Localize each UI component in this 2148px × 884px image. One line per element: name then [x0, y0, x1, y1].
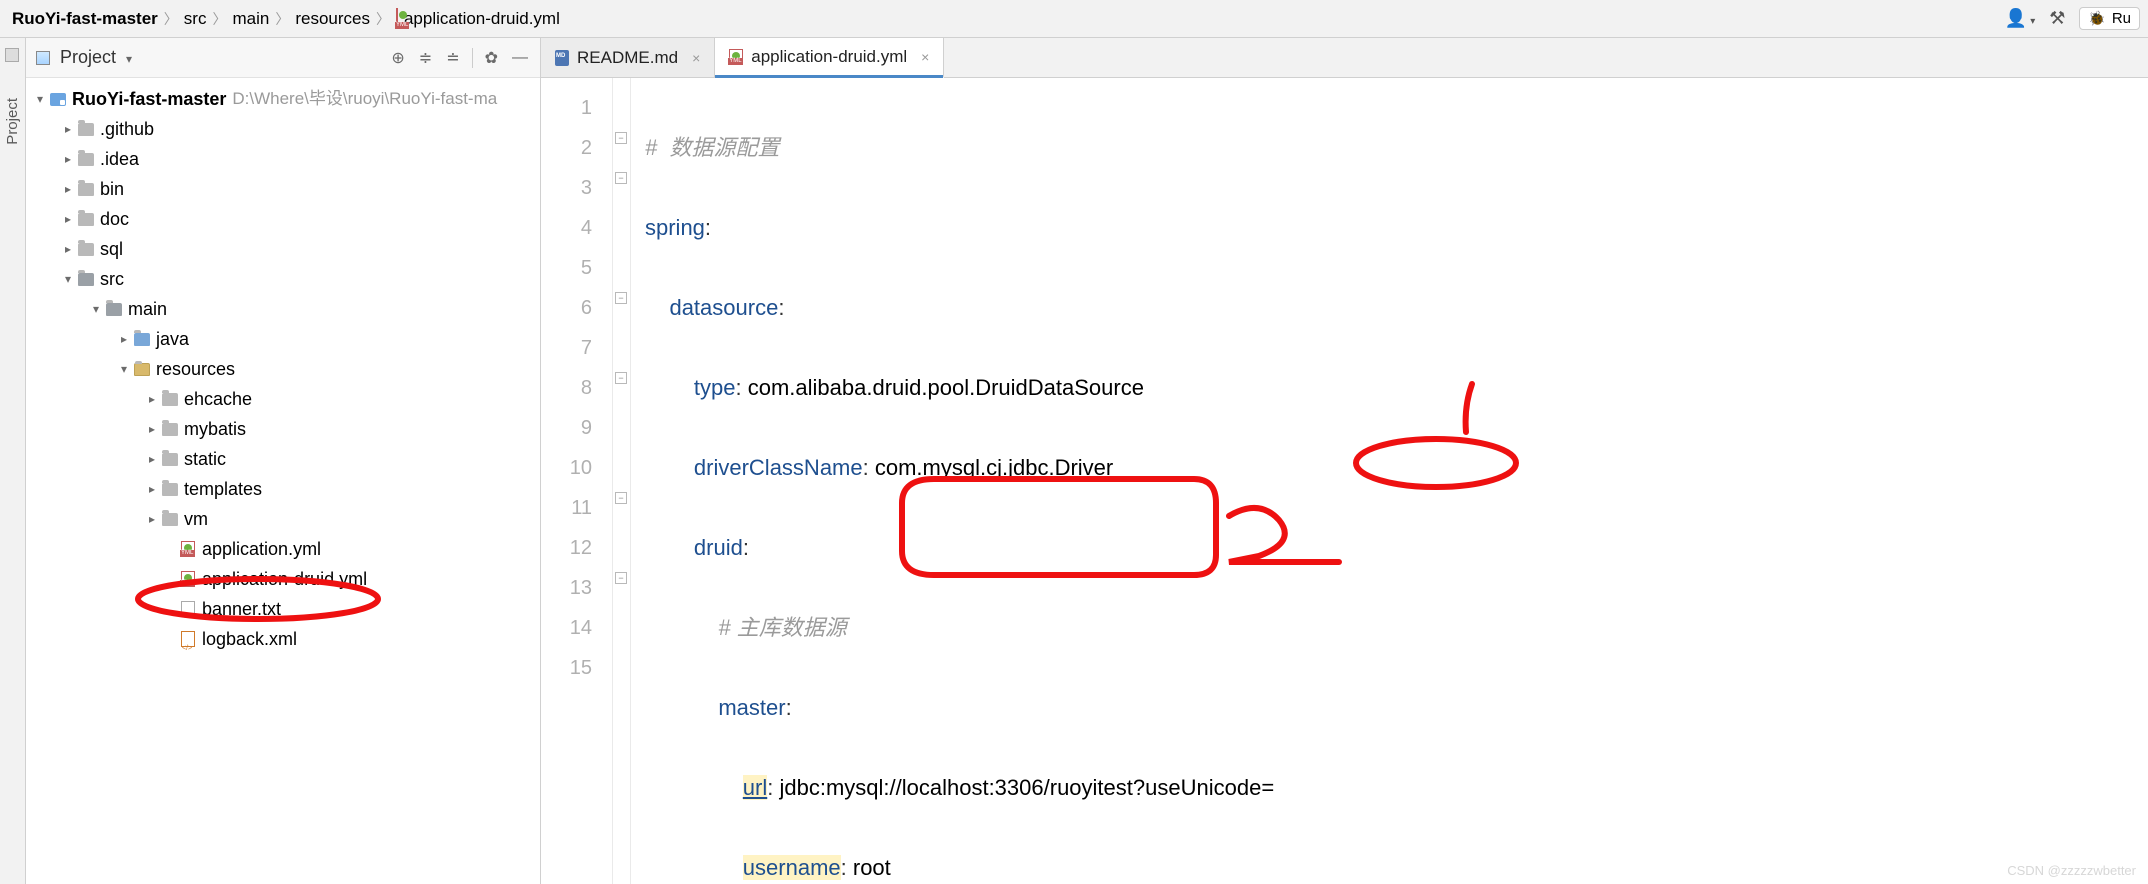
- tree-node-application-druid-yml[interactable]: application-druid.yml: [26, 564, 540, 594]
- project-view-selector[interactable]: Project: [60, 47, 132, 68]
- tree-node-resources[interactable]: ▾resources: [26, 354, 540, 384]
- navbar-right: 👤 ⚒ Ru: [2005, 7, 2148, 30]
- project-tool-window: Project ⊕ ≑ ≐ ✿ — ▾ RuoYi-fast-master D:…: [26, 38, 541, 884]
- collapse-all-icon[interactable]: ≐: [444, 46, 461, 70]
- folder-icon: [78, 123, 94, 136]
- tree-node-templates[interactable]: ▸templates: [26, 474, 540, 504]
- breadcrumb: RuoYi-fast-master 〉 src 〉 main 〉 resourc…: [0, 9, 2005, 29]
- expand-all-icon[interactable]: ≑: [417, 46, 434, 70]
- folder-icon: [162, 393, 178, 406]
- watermark: CSDN @zzzzzwbetter: [2007, 863, 2136, 878]
- project-stripe-label[interactable]: Project: [4, 98, 21, 145]
- tree-node-ehcache[interactable]: ▸ehcache: [26, 384, 540, 414]
- fold-marker-icon[interactable]: −: [615, 172, 627, 184]
- tree-node-vm[interactable]: ▸vm: [26, 504, 540, 534]
- yml-icon: [181, 571, 195, 587]
- fold-marker-icon[interactable]: −: [615, 292, 627, 304]
- project-tree[interactable]: ▾ RuoYi-fast-master D:\Where\毕设\ruoyi\Ru…: [26, 78, 540, 884]
- project-icon: [50, 93, 66, 106]
- folder-icon: [106, 303, 122, 316]
- fold-gutter: − − − − − −: [613, 78, 631, 884]
- editor-area: README.md × application-druid.yml × 123 …: [541, 38, 2148, 884]
- project-header: Project ⊕ ≑ ≐ ✿ —: [26, 38, 540, 78]
- folder-icon: [78, 183, 94, 196]
- project-view-icon: [36, 51, 50, 65]
- chevron-down-icon[interactable]: ▾: [32, 84, 48, 114]
- yml-icon: [729, 49, 743, 65]
- tree-node-banner-txt[interactable]: banner.txt: [26, 594, 540, 624]
- tree-node-application-yml[interactable]: application.yml: [26, 534, 540, 564]
- tree-node-idea[interactable]: ▸.idea: [26, 144, 540, 174]
- tree-node-github[interactable]: ▸.github: [26, 114, 540, 144]
- tree-node-src[interactable]: ▾src: [26, 264, 540, 294]
- bug-icon: [2088, 10, 2105, 27]
- breadcrumb-main[interactable]: main: [232, 9, 269, 29]
- text-file-icon: [181, 601, 195, 617]
- breadcrumb-src[interactable]: src: [184, 9, 207, 29]
- breadcrumb-resources[interactable]: resources: [295, 9, 370, 29]
- folder-icon: [78, 213, 94, 226]
- folder-icon: [162, 483, 178, 496]
- navigation-bar: RuoYi-fast-master 〉 src 〉 main 〉 resourc…: [0, 0, 2148, 38]
- tree-node-doc[interactable]: ▸doc: [26, 204, 540, 234]
- chevron-down-icon[interactable]: ▾: [60, 264, 76, 294]
- xml-file-icon: [181, 631, 195, 647]
- tree-node-java[interactable]: ▸java: [26, 324, 540, 354]
- breadcrumb-root[interactable]: RuoYi-fast-master: [12, 9, 158, 29]
- fold-marker-icon[interactable]: −: [615, 572, 627, 584]
- resources-folder-icon: [134, 363, 150, 376]
- gutter: 123 456 789 101112 131415: [541, 78, 613, 884]
- yml-icon: [396, 8, 398, 29]
- hide-icon[interactable]: —: [510, 47, 530, 69]
- tree-node-bin[interactable]: ▸bin: [26, 174, 540, 204]
- close-icon[interactable]: ×: [921, 49, 929, 65]
- tree-node-mybatis[interactable]: ▸mybatis: [26, 414, 540, 444]
- chevron-right-icon[interactable]: ▸: [60, 114, 76, 144]
- tree-node-root[interactable]: ▾ RuoYi-fast-master D:\Where\毕设\ruoyi\Ru…: [26, 84, 540, 114]
- source-folder-icon: [134, 333, 150, 346]
- folder-icon: [162, 453, 178, 466]
- code-editor[interactable]: 123 456 789 101112 131415 − − − − − − # …: [541, 78, 2148, 884]
- fold-marker-icon[interactable]: −: [615, 372, 627, 384]
- run-config-selector[interactable]: Ru: [2079, 7, 2140, 30]
- gear-icon[interactable]: ✿: [483, 46, 500, 70]
- folder-icon: [162, 513, 178, 526]
- left-stripe: Project: [0, 38, 26, 884]
- fold-marker-icon[interactable]: −: [615, 132, 627, 144]
- user-icon[interactable]: 👤: [2005, 8, 2035, 29]
- select-opened-file-icon[interactable]: ⊕: [389, 46, 406, 70]
- folder-icon: [162, 423, 178, 436]
- yml-icon: [181, 541, 195, 557]
- build-icon[interactable]: ⚒: [2049, 8, 2065, 29]
- tab-readme[interactable]: README.md ×: [541, 38, 715, 77]
- fold-marker-icon[interactable]: −: [615, 492, 627, 504]
- folder-icon: [78, 243, 94, 256]
- folder-icon: [78, 273, 94, 286]
- tree-node-main[interactable]: ▾main: [26, 294, 540, 324]
- tree-node-sql[interactable]: ▸sql: [26, 234, 540, 264]
- tree-node-logback-xml[interactable]: logback.xml: [26, 624, 540, 654]
- tab-application-druid[interactable]: application-druid.yml ×: [715, 38, 944, 78]
- breadcrumb-file[interactable]: application-druid.yml: [396, 9, 560, 29]
- tree-node-static[interactable]: ▸static: [26, 444, 540, 474]
- close-icon[interactable]: ×: [692, 50, 700, 66]
- editor-tabs: README.md × application-druid.yml ×: [541, 38, 2148, 78]
- folder-icon: [78, 153, 94, 166]
- breadcrumb-sep: 〉: [162, 9, 180, 29]
- markdown-icon: [555, 50, 569, 66]
- code-content[interactable]: # 数据源配置 spring: datasource: type: com.al…: [631, 78, 2148, 884]
- project-stripe-icon[interactable]: [5, 48, 19, 62]
